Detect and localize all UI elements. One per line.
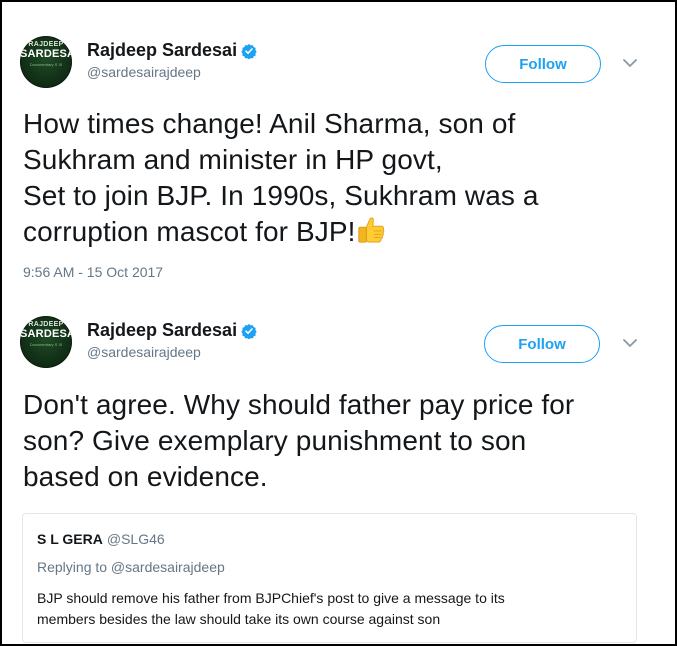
author-row: Rajdeep Sardesai <box>87 40 257 61</box>
tweet-text-line: corruption mascot for BJP! <box>23 216 356 247</box>
quoted-replying-to: Replying to @sardesairajdeep <box>37 559 225 575</box>
quoted-author-handle: @SLG46 <box>106 531 165 547</box>
tweet-text-line: Sukhram and minister in HP govt, <box>23 144 443 175</box>
screenshot-frame: RAJDEEP SARDESAI Documentary S XI Rajdee… <box>0 0 677 646</box>
author-name[interactable]: Rajdeep Sardesai <box>87 320 237 341</box>
chevron-down-icon[interactable] <box>622 337 638 349</box>
quoted-tweet-text: BJP should remove his father from BJPChi… <box>37 588 607 630</box>
tweet-text-line: Don't agree. Why should father pay price… <box>23 389 575 420</box>
avatar-label-bottom: Documentary S XI <box>29 342 63 347</box>
chevron-down-icon[interactable] <box>622 57 638 69</box>
avatar-label-top: RAJDEEP <box>28 41 64 48</box>
tweet-text-line-last: corruption mascot for BJP! <box>23 214 653 250</box>
author-row: Rajdeep Sardesai <box>87 320 257 341</box>
quoted-author-name: S L GERA <box>37 531 103 547</box>
tweet-text-line: son? Give exemplary punishment to son <box>23 425 527 456</box>
tweet-text-line: Set to join BJP. In 1990s, Sukhram was a <box>23 180 539 211</box>
avatar-label-middle: SARDESAI <box>20 48 72 60</box>
avatar-label-middle: SARDESAI <box>20 328 72 340</box>
thumbs-up-emoji-icon <box>357 217 384 243</box>
author-handle[interactable]: @sardesairajdeep <box>87 344 201 360</box>
quoted-text-line: members besides the law should take its … <box>37 611 441 627</box>
tweet-timestamp[interactable]: 9:56 AM - 15 Oct 2017 <box>23 264 163 280</box>
quoted-tweet-header: S L GERA @SLG46 <box>37 531 165 547</box>
avatar-label-bottom: Documentary S XI <box>29 62 63 67</box>
quoted-text-line: BJP should remove his father from BJPChi… <box>37 590 505 606</box>
tweet-text: How times change! Anil Sharma, son of Su… <box>23 106 653 250</box>
avatar-label-top: RAJDEEP <box>28 321 64 328</box>
avatar[interactable]: RAJDEEP SARDESAI Documentary S XI <box>20 36 72 88</box>
follow-button[interactable]: Follow <box>484 325 600 363</box>
tweet-text-line: How times change! Anil Sharma, son of <box>23 108 516 139</box>
verified-badge-icon <box>241 323 257 339</box>
follow-button[interactable]: Follow <box>485 45 601 83</box>
author-name[interactable]: Rajdeep Sardesai <box>87 40 237 61</box>
quoted-tweet[interactable]: S L GERA @SLG46 Replying to @sardesairajd… <box>22 513 637 643</box>
author-handle[interactable]: @sardesairajdeep <box>87 64 201 80</box>
tweet-text: Don't agree. Why should father pay price… <box>23 387 653 495</box>
avatar[interactable]: RAJDEEP SARDESAI Documentary S XI <box>20 316 72 368</box>
tweet-text-line: based on evidence. <box>23 461 268 492</box>
verified-badge-icon <box>241 43 257 59</box>
